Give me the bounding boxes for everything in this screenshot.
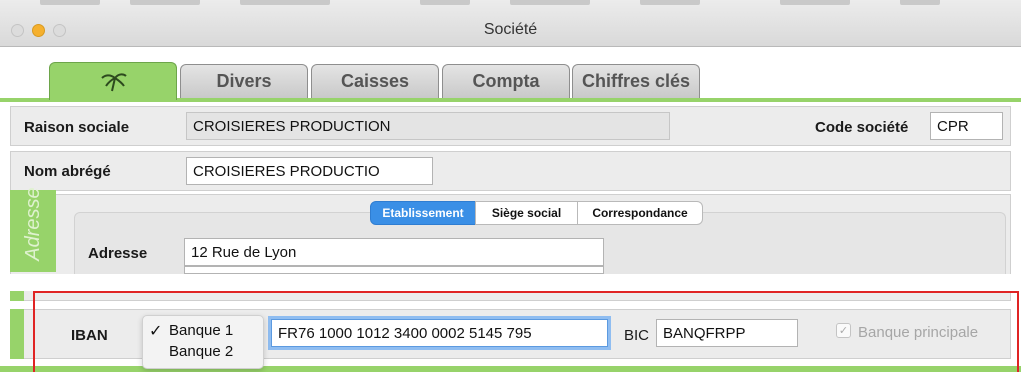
address-vertical-label: Adresse xyxy=(21,187,44,261)
banque-principale-label: Banque principale xyxy=(858,324,979,341)
window-title: Société xyxy=(483,21,538,38)
bic-label: BIC xyxy=(624,327,650,344)
nom-abrege-field[interactable]: CROISIERES PRODUCTIO xyxy=(186,157,433,185)
tab-divers[interactable]: Divers xyxy=(180,64,308,98)
checkmark-icon: ✓ xyxy=(149,323,163,340)
iban-field[interactable]: FR76 1000 1012 3400 0002 5145 795 xyxy=(271,319,608,347)
segment-correspondance[interactable]: Correspondance xyxy=(577,201,703,225)
iban-row-tab xyxy=(10,309,24,359)
bank-select-menu[interactable]: ✓ Banque 1 Banque 2 xyxy=(142,315,264,369)
raison-sociale-field[interactable]: CROISIERES PRODUCTION xyxy=(186,112,670,140)
nom-abrege-label: Nom abrégé xyxy=(24,163,111,180)
iban-label: IBAN xyxy=(71,327,108,344)
screenshot-gap xyxy=(0,274,1021,291)
code-societe-label: Code société xyxy=(815,119,909,136)
bic-field[interactable]: BANQFRPP xyxy=(656,319,798,347)
previous-row-tail xyxy=(10,291,1011,301)
nom-abrege-row xyxy=(10,151,1011,191)
palm-tree-icon xyxy=(101,72,127,91)
code-societe-field[interactable]: CPR xyxy=(930,112,1003,140)
adresse-line-1-field[interactable]: 12 Rue de Lyon xyxy=(184,238,604,266)
tab-chiffres-cles[interactable]: Chiffres clés xyxy=(572,64,700,98)
adresse-label: Adresse xyxy=(88,245,148,262)
raison-sociale-label: Raison sociale xyxy=(24,119,130,136)
segment-siege-social[interactable]: Siège social xyxy=(475,201,578,225)
banque-principale-checkbox[interactable]: ✓ xyxy=(836,323,851,338)
segment-etablissement[interactable]: Etablissement xyxy=(370,201,476,225)
ghost-toolbar-strip xyxy=(0,0,1021,10)
previous-row-tab-tail xyxy=(10,291,24,301)
tab-home[interactable] xyxy=(49,62,177,100)
tab-caisses[interactable]: Caisses xyxy=(311,64,439,98)
adresse-line-2-field[interactable] xyxy=(184,266,604,274)
tab-compta[interactable]: Compta xyxy=(442,64,570,98)
